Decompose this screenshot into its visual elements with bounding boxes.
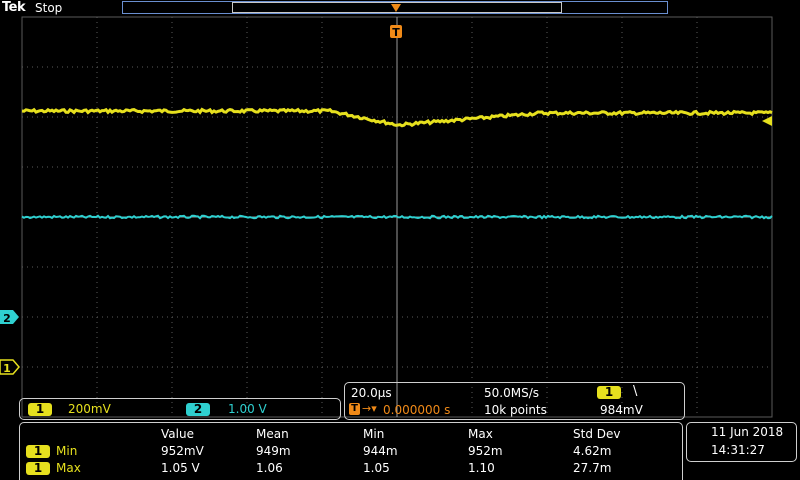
meas-row1-min: 944m <box>363 444 398 458</box>
meas-row1-mean: 949m <box>256 444 291 458</box>
ch1-scale: 200mV <box>68 402 111 416</box>
ch2-badge[interactable]: 2 <box>186 403 210 416</box>
trigger-position: 0.000000 s <box>383 403 451 417</box>
ch1-ground-marker[interactable]: 1 <box>0 359 20 375</box>
meas-row2-badge[interactable]: 1 <box>26 462 50 475</box>
meas-row2-stddev: 27.7m <box>573 461 612 475</box>
trigger-level: 984mV <box>600 403 643 417</box>
ch2-ground-marker[interactable]: 2 <box>0 310 19 325</box>
meas-row1-stddev: 4.62m <box>573 444 612 458</box>
time: 14:31:27 <box>711 443 765 457</box>
meas-row2-value: 1.05 V <box>161 461 200 475</box>
meas-header-mean: Mean <box>256 427 289 441</box>
record-length: 10k points <box>484 403 547 417</box>
meas-row1-value: 952mV <box>161 444 204 458</box>
ch1-badge[interactable]: 1 <box>28 403 52 416</box>
meas-header-min: Min <box>363 427 385 441</box>
meas-row2-mean: 1.06 <box>256 461 283 475</box>
datetime-panel: 11 Jun 2018 14:31:27 <box>686 422 797 462</box>
meas-row1-badge[interactable]: 1 <box>26 445 50 458</box>
date: 11 Jun 2018 <box>711 425 784 439</box>
meas-row1-name: Min <box>56 444 78 458</box>
trigger-position-marker[interactable]: T <box>390 4 402 39</box>
svg-text:2: 2 <box>3 312 11 325</box>
horizontal-trigger-panel[interactable]: 20.0µs 50.0MS/s 1 \ T →▾ 0.000000 s 10k … <box>344 382 685 420</box>
waveform-display[interactable]: T 2 1 <box>0 0 800 420</box>
meas-row1-max: 952m <box>468 444 503 458</box>
trigger-source-badge[interactable]: 1 <box>597 386 621 399</box>
meas-header-max: Max <box>468 427 493 441</box>
svg-text:1: 1 <box>3 362 11 375</box>
trigger-arrow-icon: →▾ <box>362 402 377 415</box>
timebase: 20.0µs <box>351 386 392 400</box>
ch2-waveform <box>21 214 773 220</box>
meas-row2-name: Max <box>56 461 81 475</box>
meas-header-stddev: Std Dev <box>573 427 621 441</box>
trigger-slope-icon: \ <box>633 384 638 399</box>
svg-text:T: T <box>392 26 400 39</box>
sample-rate: 50.0MS/s <box>484 386 539 400</box>
measurement-panel[interactable]: Value Mean Min Max Std Dev 1 Min 952mV 9… <box>19 422 683 480</box>
ch2-scale: 1.00 V <box>228 402 267 416</box>
meas-row2-min: 1.05 <box>363 461 390 475</box>
meas-row2-max: 1.10 <box>468 461 495 475</box>
meas-header-value: Value <box>161 427 194 441</box>
channel-scale-panel[interactable]: 1 200mV 2 1.00 V <box>19 398 341 420</box>
trigger-position-icon: T <box>349 403 360 415</box>
